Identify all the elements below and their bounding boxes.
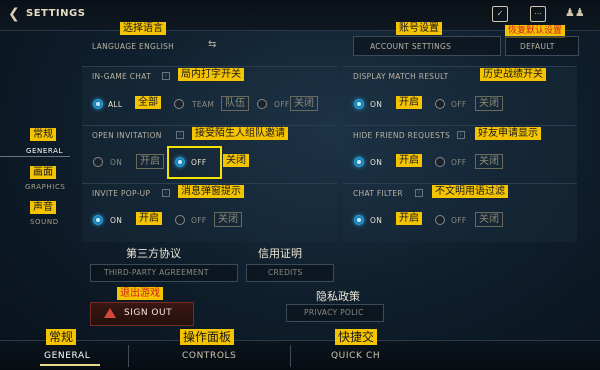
info-icon[interactable]: i <box>162 189 170 197</box>
sidebar-divider <box>0 156 70 157</box>
tab-quick-chat[interactable]: QUICK CH <box>331 351 380 361</box>
hide-friend-off-radio[interactable] <box>435 157 445 167</box>
invite-popup-off-annotation: 关闭 <box>214 212 242 227</box>
invite-popup-label: INVITE POP-UP <box>92 189 151 198</box>
hide-friend-on-label: ON <box>370 158 383 167</box>
sidebar-item-sound[interactable]: SOUND <box>30 218 59 226</box>
chat-filter-label: CHAT FILTER <box>353 189 403 198</box>
ingame-chat-all-radio[interactable] <box>93 99 103 109</box>
invite-popup-on-annotation: 开启 <box>136 212 162 225</box>
sidebar-general-annotation: 常规 <box>30 128 56 141</box>
hide-friend-off-annotation: 关闭 <box>475 154 503 169</box>
invite-popup-off-radio[interactable] <box>175 215 185 225</box>
sign-out-label: SIGN OUT <box>124 308 173 318</box>
chat-filter-on-annotation: 开启 <box>396 212 422 225</box>
open-invitation-off-label: OFF <box>191 158 207 167</box>
open-invitation-on-annotation: 开启 <box>136 154 164 169</box>
open-invitation-off-radio[interactable] <box>175 157 185 167</box>
chat-filter-off-label: OFF <box>451 216 467 225</box>
ingame-chat-off-label: OFF <box>274 100 290 109</box>
mission-icon[interactable]: ✓ <box>492 6 508 22</box>
info-icon[interactable]: i <box>162 72 170 80</box>
open-invitation-on-radio[interactable] <box>93 157 103 167</box>
privacy-label: PRIVACY POLIC <box>304 308 364 317</box>
open-invitation-off-annotation: 关闭 <box>223 154 249 167</box>
language-annotation: 选择语言 <box>120 22 166 35</box>
hide-friend-annotation: 好友申请显示 <box>475 127 541 140</box>
ingame-chat-all-label: ALL <box>108 100 123 109</box>
invite-popup-on-label: ON <box>110 216 123 225</box>
display-match-label: DISPLAY MATCH RESULT <box>353 72 449 81</box>
hide-friend-on-annotation: 开启 <box>396 154 422 167</box>
chat-filter-on-label: ON <box>370 216 383 225</box>
info-icon[interactable]: i <box>457 131 465 139</box>
page-title: SETTINGS <box>26 8 86 19</box>
display-match-on-label: ON <box>370 100 383 109</box>
chat-filter-off-radio[interactable] <box>435 215 445 225</box>
tab-divider <box>128 345 129 367</box>
tab-quickchat-annotation: 快捷交 <box>335 329 378 345</box>
tab-general[interactable]: GENERAL <box>44 351 90 361</box>
sidebar-item-general[interactable]: GENERAL <box>26 147 63 155</box>
invite-popup-annotation: 消息弹窗提示 <box>178 185 244 198</box>
display-match-off-label: OFF <box>451 100 467 109</box>
ingame-chat-team-annotation: 队伍 <box>221 96 249 111</box>
tab-general-annotation: 常规 <box>46 329 77 345</box>
ingame-chat-all-annotation: 全部 <box>135 96 161 109</box>
swap-icon[interactable]: ⇆ <box>208 39 216 50</box>
display-match-on-annotation: 开启 <box>396 96 422 109</box>
chat-filter-off-annotation: 关闭 <box>475 212 503 227</box>
invite-popup-on-radio[interactable] <box>93 215 103 225</box>
account-annotation: 账号设置 <box>396 22 442 35</box>
credits-annotation: 信用证明 <box>258 247 302 260</box>
sidebar-sound-annotation: 声音 <box>30 201 56 214</box>
ingame-chat-team-radio[interactable] <box>174 99 184 109</box>
ingame-chat-annotation: 局内打字开关 <box>178 68 244 81</box>
hide-friend-off-label: OFF <box>451 158 467 167</box>
signout-annotation: 退出游戏 <box>117 287 163 300</box>
hide-friend-label: HIDE FRIEND REQUESTS <box>353 131 451 140</box>
display-match-annotation: 历史战绩开关 <box>480 68 546 81</box>
tab-divider <box>290 345 291 367</box>
ingame-chat-off-radio[interactable] <box>257 99 267 109</box>
ingame-chat-team-label: TEAM <box>192 100 215 109</box>
chat-filter-on-radio[interactable] <box>354 215 364 225</box>
display-match-on-radio[interactable] <box>354 99 364 109</box>
friends-icon[interactable]: ♟♟ <box>565 6 585 19</box>
back-arrow-icon[interactable]: ❮ <box>8 6 22 22</box>
credits-label: CREDITS <box>268 268 303 277</box>
account-settings-label: ACCOUNT SETTINGS <box>370 42 452 51</box>
open-invitation-label: OPEN INVITATION <box>92 131 162 140</box>
language-selector[interactable]: LANGUAGE ENGLISH <box>92 42 174 51</box>
sidebar-item-graphics[interactable]: GRAPHICS <box>25 183 65 191</box>
privacy-annotation: 隐私政策 <box>316 290 360 303</box>
chat-filter-annotation: 不文明用语过滤 <box>432 185 508 198</box>
tab-controls-annotation: 操作面板 <box>180 329 235 345</box>
open-invitation-annotation: 接受陌生人组队邀请 <box>192 127 288 140</box>
tab-active-indicator <box>40 364 100 366</box>
warning-icon <box>104 308 116 318</box>
tab-controls[interactable]: CONTROLS <box>182 351 236 361</box>
sidebar-graphics-annotation: 画面 <box>30 166 56 179</box>
ingame-chat-off-annotation: 关闭 <box>290 96 318 111</box>
third-party-label: THIRD-PARTY AGREEMENT <box>104 268 209 277</box>
ingame-chat-label: IN-GAME CHAT <box>92 72 151 81</box>
info-icon[interactable]: i <box>176 131 184 139</box>
info-icon[interactable]: i <box>415 189 423 197</box>
display-match-off-radio[interactable] <box>435 99 445 109</box>
invite-popup-off-label: OFF <box>191 216 207 225</box>
hide-friend-on-radio[interactable] <box>354 157 364 167</box>
open-invitation-on-label: ON <box>110 158 123 167</box>
default-label: DEFAULT <box>520 42 555 51</box>
chat-icon[interactable]: ⋯ <box>530 6 546 22</box>
display-match-off-annotation: 关闭 <box>475 96 503 111</box>
third-party-annotation: 第三方协议 <box>126 247 181 260</box>
